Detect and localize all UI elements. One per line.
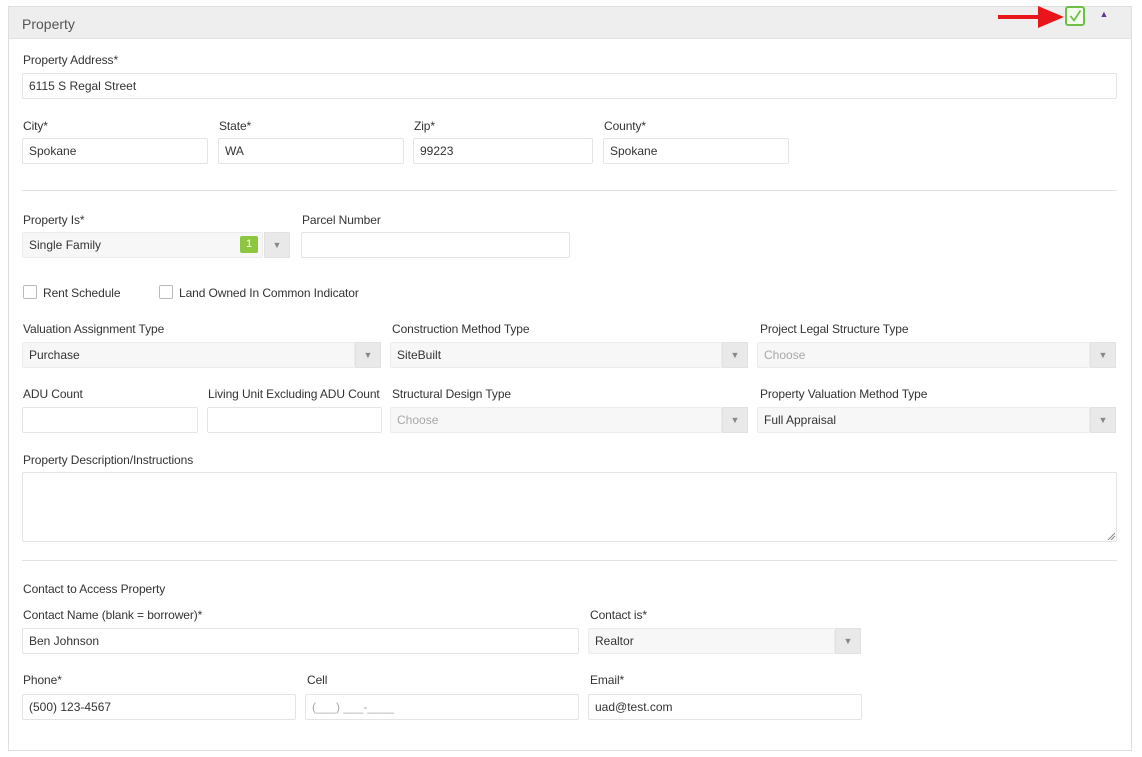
valuation-assignment-label: Valuation Assignment Type xyxy=(23,322,165,336)
contact-is-label: Contact is* xyxy=(590,608,647,622)
caret-down-icon[interactable]: ▼ xyxy=(264,232,290,258)
section-divider xyxy=(22,560,1117,561)
description-label: Property Description/Instructions xyxy=(23,453,194,467)
zip-input[interactable]: 99223 xyxy=(413,138,593,164)
caret-down-icon[interactable]: ▼ xyxy=(722,407,748,433)
adu-count-input[interactable] xyxy=(22,407,198,433)
address-label: Property Address* xyxy=(23,53,119,67)
panel-header[interactable]: Property xyxy=(9,7,1131,39)
cell-input[interactable]: (___) ___-____ xyxy=(305,694,579,720)
state-label: State* xyxy=(219,119,252,133)
land-owned-checkbox[interactable] xyxy=(159,285,173,299)
project-legal-label: Project Legal Structure Type xyxy=(760,322,909,336)
construction-method-select[interactable]: SiteBuilt xyxy=(390,342,722,368)
valuation-method-select[interactable]: Full Appraisal xyxy=(757,407,1090,433)
red-arrow-icon xyxy=(998,6,1064,28)
email-input[interactable]: uad@test.com xyxy=(588,694,862,720)
address-input[interactable]: 6115 S Regal Street xyxy=(22,73,1117,99)
property-is-select[interactable]: Single Family xyxy=(22,232,263,258)
property-is-label: Property Is* xyxy=(23,213,85,227)
description-textarea[interactable] xyxy=(22,472,1117,542)
caret-up-icon[interactable]: ▲ xyxy=(1097,7,1111,21)
caret-down-icon[interactable]: ▼ xyxy=(722,342,748,368)
rent-schedule-checkbox[interactable] xyxy=(23,285,37,299)
city-label: City* xyxy=(23,119,48,133)
caret-down-icon[interactable]: ▼ xyxy=(1090,342,1116,368)
zip-label: Zip* xyxy=(414,119,435,133)
contact-section-title: Contact to Access Property xyxy=(23,582,166,596)
contact-is-select[interactable]: Realtor xyxy=(588,628,835,654)
adu-count-label: ADU Count xyxy=(23,387,83,401)
county-input[interactable]: Spokane xyxy=(603,138,789,164)
state-input[interactable]: WA xyxy=(218,138,404,164)
county-label: County* xyxy=(604,119,646,133)
resize-handle-icon[interactable] xyxy=(1107,532,1115,540)
living-unit-label: Living Unit Excluding ADU Count xyxy=(208,387,380,401)
caret-down-icon[interactable]: ▼ xyxy=(835,628,861,654)
email-label: Email* xyxy=(590,673,625,687)
rent-schedule-label: Rent Schedule xyxy=(43,286,121,300)
phone-input[interactable]: (500) 123-4567 xyxy=(22,694,296,720)
contact-name-label: Contact Name (blank = borrower)* xyxy=(23,608,203,622)
construction-method-label: Construction Method Type xyxy=(392,322,530,336)
project-legal-select[interactable]: Choose xyxy=(757,342,1090,368)
property-is-count-badge: 1 xyxy=(240,236,258,253)
structural-design-select[interactable]: Choose xyxy=(390,407,722,433)
valuation-assignment-select[interactable]: Purchase xyxy=(22,342,355,368)
parcel-input[interactable] xyxy=(301,232,570,258)
structural-design-label: Structural Design Type xyxy=(392,387,511,401)
cell-label: Cell xyxy=(307,673,328,687)
panel-title: Property xyxy=(22,16,75,32)
parcel-label: Parcel Number xyxy=(302,213,381,227)
phone-label: Phone* xyxy=(23,673,62,687)
contact-name-input[interactable]: Ben Johnson xyxy=(22,628,579,654)
caret-down-icon[interactable]: ▼ xyxy=(1090,407,1116,433)
check-icon[interactable] xyxy=(1065,6,1085,26)
living-unit-input[interactable] xyxy=(207,407,382,433)
caret-down-icon[interactable]: ▼ xyxy=(355,342,381,368)
section-divider xyxy=(22,190,1117,191)
city-input[interactable]: Spokane xyxy=(22,138,208,164)
land-owned-label: Land Owned In Common Indicator xyxy=(179,286,359,300)
valuation-method-label: Property Valuation Method Type xyxy=(760,387,928,401)
